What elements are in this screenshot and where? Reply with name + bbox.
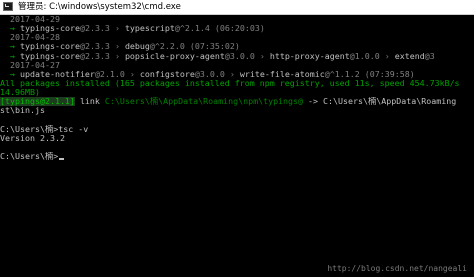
package-version: @3.0.0: [194, 69, 225, 79]
package-version: @^2.1.4: [174, 24, 210, 34]
console-line: 2017-04-27: [0, 61, 474, 70]
timestamp: (07:39:58): [364, 69, 415, 79]
link-target: C:\Users\楠\AppData\Roaming: [323, 97, 457, 107]
title-bar[interactable]: 管理员: C:\windows\system32\cmd.exe: [0, 0, 474, 15]
separator: ›: [114, 42, 120, 52]
install-summary-cont: 14.96MB): [0, 88, 40, 98]
package-version: @3.0.0: [224, 51, 255, 61]
arrow-icon: →: [10, 24, 15, 34]
cursor-icon: [59, 158, 65, 161]
command-line: C:\Users\楠>tsc -v: [0, 124, 89, 134]
install-summary: All packages installed (165 packages ins…: [0, 78, 460, 88]
date-text: 2017-04-27: [10, 60, 60, 70]
package-name: typescript: [124, 24, 175, 34]
separator: ›: [114, 51, 120, 61]
package-version: @^2.2.0: [149, 42, 185, 52]
package-name: debug: [124, 42, 150, 52]
link-arrow: ->: [308, 97, 319, 107]
package-version: @^1.1.2: [324, 69, 360, 79]
prompt-line: C:\Users\楠>: [0, 152, 474, 161]
console-line: → typings-core@2.3.3 › debug@^2.2.0 (07:…: [0, 42, 474, 51]
package-name: popsicle-proxy-agent: [124, 51, 225, 61]
date-text: 2017-04-28: [10, 33, 60, 43]
console-output[interactable]: 2017-04-29 → typings-core@2.3.3 › typesc…: [0, 15, 474, 277]
package-version: @2.3.3: [79, 51, 110, 61]
package-name: typings-core: [20, 42, 80, 52]
separator: ›: [259, 51, 265, 61]
package-version: @2.1.0: [94, 69, 125, 79]
separator: ›: [229, 69, 235, 79]
package-name: http-proxy-agent: [269, 51, 350, 61]
window-title: 管理员: C:\windows\system32\cmd.exe: [18, 2, 181, 12]
console-line: → typings-core@2.3.3 › typescript@^2.1.4…: [0, 24, 474, 33]
watermark: http://blog.csdn.net/nangeali: [327, 264, 467, 273]
timestamp: (06:20:03): [214, 24, 265, 34]
package-name: extend: [394, 51, 425, 61]
arrow-icon: →: [10, 51, 15, 61]
separator: ›: [114, 24, 120, 34]
separator: ›: [384, 51, 390, 61]
package-version: @3: [424, 51, 435, 61]
console-line: 2017-04-29: [0, 15, 474, 24]
console-line: [typings@2.1.1] link C:\Users\楠\AppData\…: [0, 97, 474, 107]
package-name: typings-core: [20, 51, 80, 61]
arrow-icon: →: [10, 42, 15, 52]
package-name: write-file-atomic: [239, 69, 325, 79]
package-name: configstore: [139, 69, 195, 79]
arrow-icon: →: [10, 69, 15, 79]
date-text: 2017-04-29: [10, 15, 60, 24]
package-tag: [typings@2.1.1]: [0, 97, 75, 107]
separator: ›: [129, 69, 135, 79]
package-version: @2.3.3: [79, 42, 110, 52]
package-name: update-notifier: [20, 69, 95, 79]
command-output: Version 2.3.2: [0, 133, 65, 143]
prompt: C:\Users\楠>: [0, 152, 59, 162]
package-name: typings-core: [20, 24, 80, 34]
console-line: → typings-core@2.3.3 › popsicle-proxy-ag…: [0, 52, 474, 61]
cmd-window: 管理员: C:\windows\system32\cmd.exe 2017-04…: [0, 0, 474, 277]
package-version: @1.0.0: [349, 51, 380, 61]
link-label: link: [79, 97, 100, 107]
package-version: @2.3.3: [79, 24, 110, 34]
link-path: C:\Users\楠\AppData\Roaming\npm\typings@: [104, 97, 304, 107]
console-line: → update-notifier@2.1.0 › configstore@3.…: [0, 70, 474, 79]
cmd-icon: [3, 2, 13, 11]
console-line: 2017-04-28: [0, 33, 474, 42]
console-line: st\bin.js: [0, 106, 45, 116]
timestamp: (07:35:02): [189, 42, 240, 52]
